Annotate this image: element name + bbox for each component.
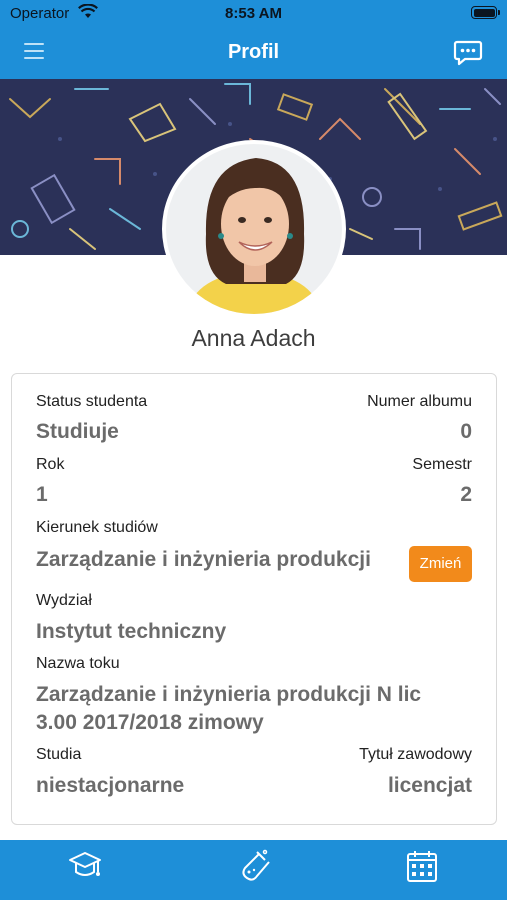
profile-name: Anna Adach: [191, 325, 316, 351]
top-navbar: Profil: [0, 28, 507, 79]
status-bar: Operator 8:53 AM: [0, 0, 507, 28]
field-label: Kierunek studiów: [36, 519, 158, 536]
graduation-cap-icon[interactable]: [68, 848, 102, 884]
course-value-line2: 3.00 2017/2018 zimowy: [36, 711, 264, 734]
year-label: Rok: [36, 456, 65, 473]
profile-photo: [166, 144, 342, 314]
lab-flask-icon[interactable]: [237, 848, 271, 884]
album-value: 0: [460, 420, 472, 443]
bottom-tabbar: [0, 840, 507, 900]
course-value-line1: Zarządzanie i inżynieria produkcji N lic: [36, 683, 422, 706]
chat-icon[interactable]: [453, 38, 483, 68]
status-value: Studiuje: [36, 420, 119, 443]
calendar-icon[interactable]: [405, 848, 439, 884]
studies-value: niestacjonarne: [36, 774, 185, 797]
page-title: Profil: [227, 41, 280, 63]
semester-value: 2: [460, 483, 472, 506]
change-field-button[interactable]: Zmień: [409, 546, 472, 582]
avatar[interactable]: [162, 140, 346, 318]
album-label: Numer albumu: [367, 393, 472, 410]
field-value: Zarządzanie i inżynieria produkcji: [36, 548, 371, 571]
studies-label: Studia: [36, 746, 82, 763]
title-label: Tytuł zawodowy: [359, 746, 472, 763]
battery-icon: [471, 6, 500, 19]
clock: 8:53 AM: [225, 5, 282, 22]
semester-label: Semestr: [412, 456, 472, 473]
course-label: Nazwa toku: [36, 655, 120, 672]
student-details-card: Status studenta Numer albumu Studiuje 0 …: [11, 373, 497, 825]
faculty-label: Wydział: [36, 592, 92, 609]
faculty-value: Instytut techniczny: [36, 620, 227, 643]
status-label: Status studenta: [36, 393, 148, 410]
year-value: 1: [36, 483, 48, 506]
title-value: licencjat: [387, 774, 472, 797]
